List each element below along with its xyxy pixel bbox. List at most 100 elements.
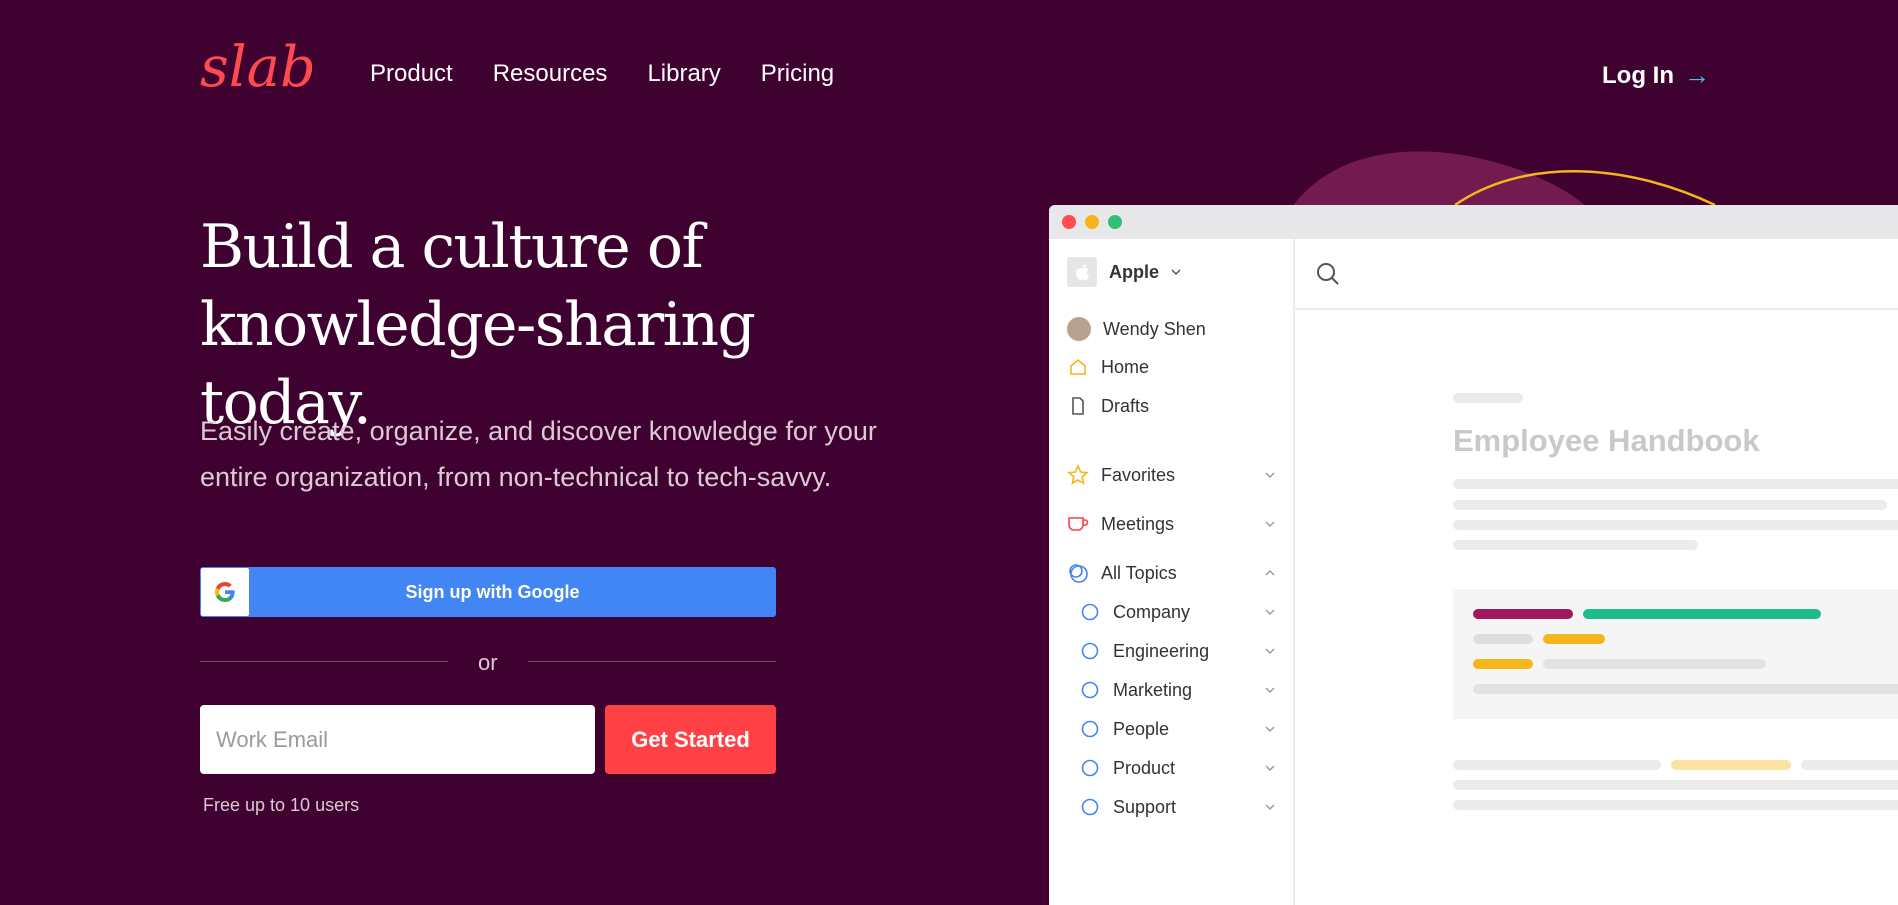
- sidebar-topic-support[interactable]: Support: [1079, 796, 1275, 818]
- nav-product[interactable]: Product: [370, 60, 453, 88]
- sidebar-topic-people[interactable]: People: [1079, 718, 1275, 740]
- get-started-button[interactable]: Get Started: [605, 705, 776, 774]
- topic-circle-icon: [1079, 796, 1101, 818]
- favorites-label: Favorites: [1101, 464, 1176, 485]
- hero-headline: Build a culture of knowledge-sharing tod…: [200, 208, 920, 442]
- placeholder-line: [1453, 520, 1898, 530]
- sidebar-item-drafts[interactable]: Drafts: [1067, 395, 1149, 417]
- user-name: Wendy Shen: [1103, 318, 1206, 339]
- placeholder-line: [1473, 634, 1533, 644]
- placeholder-line: [1453, 760, 1661, 770]
- home-icon: [1067, 356, 1089, 378]
- chevron-down-icon: [1265, 804, 1275, 810]
- login-label: Log In: [1602, 61, 1674, 89]
- highlight-bar: [1473, 659, 1533, 669]
- topic-circle-icon: [1079, 640, 1101, 662]
- document-title: Employee Handbook: [1453, 423, 1760, 458]
- minimize-dot-icon: [1085, 215, 1099, 229]
- chevron-down-icon: [1265, 687, 1275, 693]
- draft-document-icon: [1067, 395, 1089, 417]
- topic-label: People: [1113, 718, 1170, 739]
- hero-subtitle: Easily create, organize, and discover kn…: [200, 408, 920, 500]
- topics-icon: [1067, 562, 1089, 584]
- sidebar-item-home[interactable]: Home: [1067, 356, 1149, 378]
- placeholder-line: [1453, 479, 1898, 489]
- workspace-switcher[interactable]: Apple: [1067, 257, 1181, 287]
- workspace-name: Apple: [1109, 261, 1160, 282]
- chevron-down-icon: [1265, 648, 1275, 654]
- highlight-bar: [1671, 760, 1791, 770]
- chevron-down-icon: [1265, 521, 1275, 527]
- main-nav: Product Resources Library Pricing: [370, 60, 834, 88]
- content-card: [1453, 589, 1898, 719]
- placeholder-line: [1543, 659, 1766, 669]
- sidebar-section-all-topics[interactable]: All Topics: [1067, 562, 1275, 584]
- avatar: [1067, 317, 1091, 341]
- topic-circle-icon: [1079, 601, 1101, 623]
- highlight-bar: [1543, 634, 1605, 644]
- or-separator: or: [478, 650, 498, 675]
- maximize-dot-icon: [1108, 215, 1122, 229]
- placeholder-line: [1453, 393, 1523, 403]
- window-titlebar: [1049, 205, 1898, 239]
- topic-label: Support: [1113, 796, 1177, 817]
- cup-icon: [1067, 513, 1089, 535]
- app-window-preview: Apple Wendy Shen Home Drafts Favorites M…: [1049, 205, 1898, 905]
- placeholder-line: [1801, 760, 1898, 770]
- free-users-note: Free up to 10 users: [203, 795, 360, 815]
- meetings-label: Meetings: [1101, 513, 1175, 534]
- close-dot-icon: [1062, 215, 1076, 229]
- sidebar-home-label: Home: [1101, 356, 1150, 377]
- topic-label: Marketing: [1113, 679, 1193, 700]
- sidebar-item-user[interactable]: Wendy Shen: [1067, 317, 1206, 341]
- topic-label: Company: [1113, 601, 1191, 622]
- sidebar-section-favorites[interactable]: Favorites: [1067, 464, 1275, 486]
- sidebar-drafts-label: Drafts: [1101, 395, 1150, 416]
- chevron-down-icon: [1265, 726, 1275, 732]
- chevron-down-icon: [1171, 269, 1181, 276]
- highlight-bar: [1583, 609, 1821, 619]
- sidebar-section-meetings[interactable]: Meetings: [1067, 513, 1275, 535]
- logo-text: slab: [200, 35, 312, 96]
- nav-pricing[interactable]: Pricing: [761, 60, 834, 88]
- apple-icon: [1067, 257, 1097, 287]
- placeholder-line: [1473, 684, 1898, 694]
- search-icon[interactable]: [1315, 261, 1341, 287]
- chevron-down-icon: [1265, 609, 1275, 615]
- placeholder-line: [1453, 800, 1898, 810]
- subtitle-line-2: entire organization, from non-technical …: [200, 462, 832, 492]
- google-icon: [201, 568, 249, 616]
- topic-circle-icon: [1079, 718, 1101, 740]
- sidebar-topic-engineering[interactable]: Engineering: [1079, 640, 1275, 662]
- google-signup-button[interactable]: Sign up with Google: [200, 567, 776, 617]
- subtitle-line-1: Easily create, organize, and discover kn…: [200, 416, 877, 446]
- login-link[interactable]: Log In →: [1602, 60, 1710, 91]
- slab-logo[interactable]: slab: [200, 34, 312, 96]
- app-sidebar: Apple Wendy Shen Home Drafts Favorites M…: [1049, 239, 1295, 905]
- star-icon: [1067, 464, 1089, 486]
- topic-circle-icon: [1079, 757, 1101, 779]
- divider-right: [528, 661, 776, 662]
- sidebar-topic-company[interactable]: Company: [1079, 601, 1275, 623]
- chevron-down-icon: [1265, 472, 1275, 478]
- sidebar-topic-product[interactable]: Product: [1079, 757, 1275, 779]
- topic-label: Engineering: [1113, 640, 1210, 661]
- app-search-bar[interactable]: [1295, 239, 1898, 310]
- chevron-up-icon: [1265, 570, 1275, 576]
- placeholder-line: [1453, 540, 1698, 550]
- nav-library[interactable]: Library: [647, 60, 720, 88]
- placeholder-line: [1453, 500, 1887, 510]
- nav-resources[interactable]: Resources: [493, 60, 608, 88]
- work-email-input[interactable]: [200, 705, 595, 774]
- chevron-down-icon: [1265, 765, 1275, 771]
- highlight-bar: [1473, 609, 1573, 619]
- google-button-label: Sign up with Google: [405, 581, 580, 602]
- topic-circle-icon: [1079, 679, 1101, 701]
- topic-label: Product: [1113, 757, 1176, 778]
- headline-line-1: Build a culture of: [200, 212, 704, 282]
- placeholder-line: [1453, 780, 1898, 790]
- app-main-pane: Employee Handbook: [1295, 239, 1898, 905]
- all-topics-label: All Topics: [1101, 562, 1177, 583]
- divider-left: [200, 661, 448, 662]
- sidebar-topic-marketing[interactable]: Marketing: [1079, 679, 1275, 701]
